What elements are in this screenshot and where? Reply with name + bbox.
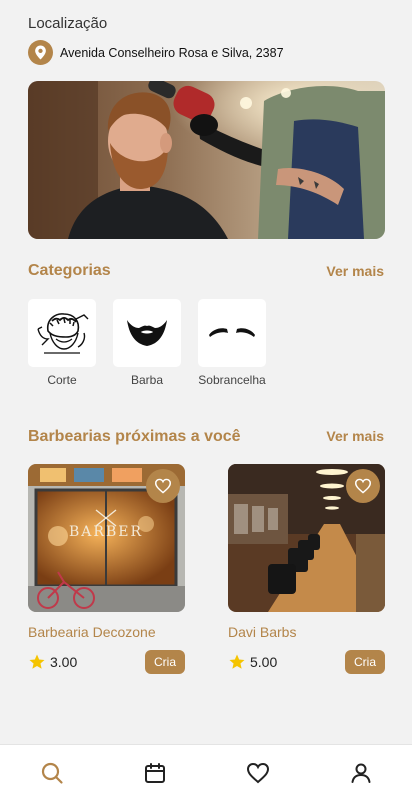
category-label: Sobrancelha: [198, 373, 266, 387]
shop-rating: 3.00: [28, 653, 77, 671]
nearby-see-more-link[interactable]: Ver mais: [326, 428, 384, 444]
star-icon: [29, 654, 45, 669]
shop-sign: BARBER: [69, 524, 143, 540]
eyebrow-icon: [198, 299, 266, 367]
nav-favorites[interactable]: [238, 753, 278, 793]
categories-title: Categorias: [28, 262, 111, 279]
haircut-icon: [28, 299, 96, 367]
shop-name: Davi Barbs: [228, 624, 297, 640]
calendar-icon: [144, 762, 165, 783]
shop-rating: 5.00: [228, 653, 277, 671]
shop-card[interactable]: BARBER Barbearia Decozone 3.00 Cria: [28, 464, 185, 674]
bottom-navigation: [0, 744, 412, 800]
shop-image: BARBER: [28, 464, 185, 612]
nearby-title: Barbearias próximas a você: [28, 428, 241, 445]
shop-card[interactable]: Davi Barbs 5.00 Cria: [228, 464, 385, 674]
location-pin-icon: [28, 40, 53, 65]
location-row[interactable]: Avenida Conselheiro Rosa e Silva, 2387: [28, 40, 284, 65]
location-title: Localização: [28, 15, 108, 32]
search-icon: [41, 762, 63, 784]
shop-tag[interactable]: Cria: [344, 650, 385, 674]
shop-image: [228, 464, 385, 612]
heart-icon: [246, 762, 269, 783]
rating-value: 5.00: [250, 654, 278, 670]
category-sobrancelha[interactable]: Sobrancelha: [198, 299, 266, 387]
category-corte[interactable]: Corte: [28, 299, 96, 387]
star-icon: [229, 654, 245, 669]
location-address: Avenida Conselheiro Rosa e Silva, 2387: [60, 45, 284, 60]
profile-icon: [351, 763, 370, 783]
shop-tag[interactable]: Cria: [144, 650, 185, 674]
beard-icon: [113, 299, 181, 367]
heart-icon: [154, 478, 172, 494]
shop-name: Barbearia Decozone: [28, 624, 156, 640]
nav-calendar[interactable]: [135, 753, 175, 793]
favorite-button[interactable]: [346, 469, 380, 503]
nav-profile[interactable]: [341, 753, 381, 793]
favorite-button[interactable]: [146, 469, 180, 503]
category-barba[interactable]: Barba: [113, 299, 181, 387]
hero-image[interactable]: [28, 81, 385, 239]
rating-value: 3.00: [50, 654, 78, 670]
nav-search[interactable]: [32, 753, 72, 793]
heart-icon: [354, 478, 372, 494]
categories-see-more-link[interactable]: Ver mais: [326, 263, 384, 279]
